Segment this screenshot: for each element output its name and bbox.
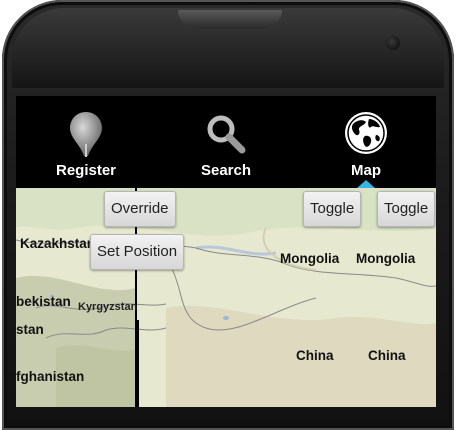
override-button[interactable]: Override: [104, 191, 176, 227]
map-label-kazakhstan: Kazakhstan: [20, 236, 96, 251]
map-label-mongolia: Mongolia: [356, 251, 416, 266]
magnifier-icon: [206, 114, 246, 158]
speaker-grille: [178, 10, 282, 28]
map-label-china: China: [296, 348, 334, 363]
tab-bar: Register Search Map: [16, 96, 436, 188]
map-label-afghanistan: fghanistan: [16, 369, 85, 384]
set-position-button[interactable]: Set Position: [90, 234, 185, 270]
map-label-tajikistan: stan: [16, 322, 44, 337]
tab-register-label: Register: [55, 162, 117, 179]
map-label-mongolia: Mongolia: [280, 251, 340, 266]
tab-map-label: Map: [351, 162, 381, 179]
active-tab-indicator: [357, 180, 375, 188]
front-camera: [386, 36, 400, 50]
map-view[interactable]: Kazakhstan Mongolia Mongolia bekistan Ky…: [16, 188, 436, 407]
globe-icon: [343, 110, 389, 160]
tab-register[interactable]: Register: [16, 96, 156, 188]
map-label-kyrgyzstan: Kyrgyzstan: [78, 301, 138, 313]
position-line-marker: [135, 320, 139, 407]
tab-search-label: Search: [200, 162, 252, 179]
map-label-china: China: [368, 348, 406, 363]
toggle-button[interactable]: Toggle: [303, 191, 362, 227]
map-pin-icon: [68, 110, 104, 162]
map-label-uzbekistan: bekistan: [16, 294, 71, 309]
tab-map[interactable]: Map: [296, 96, 436, 188]
tab-search[interactable]: Search: [156, 96, 296, 188]
phone-screen: Register Search Map Kazakhstan Mongolia …: [16, 96, 436, 407]
toggle-button[interactable]: Toggle: [377, 191, 436, 227]
